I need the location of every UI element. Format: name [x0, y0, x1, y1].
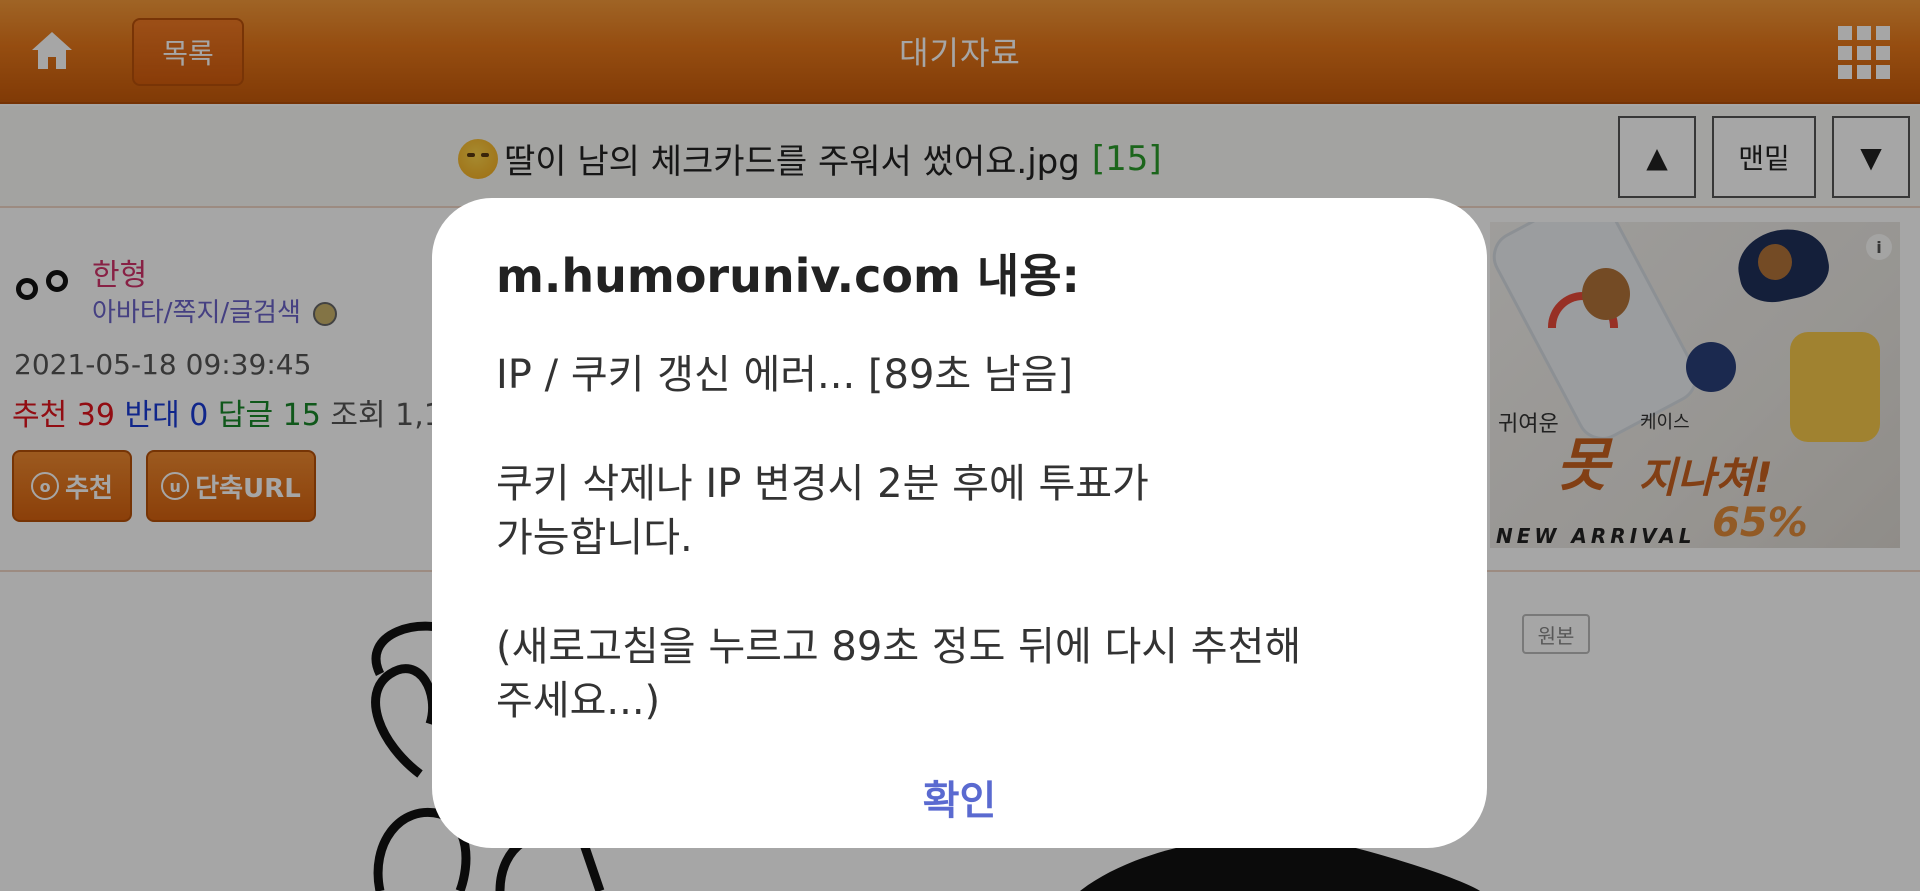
dialog-line-2b: 가능합니다. — [496, 515, 693, 561]
dialog-line-3a: (새로고침을 누르고 89초 정도 뒤에 다시 추천해 — [496, 624, 1302, 670]
dialog-line-1: IP / 쿠키 갱신 에러... [89초 남음] — [496, 352, 1074, 398]
alert-dialog: m.humoruniv.com 내용: IP / 쿠키 갱신 에러... [89… — [432, 198, 1487, 848]
ok-button[interactable]: 확인 — [432, 768, 1487, 826]
dialog-message: IP / 쿠키 갱신 에러... [89초 남음] 쿠키 삭제나 IP 변경시 … — [496, 348, 1436, 728]
dialog-line-3b: 주세요...) — [496, 678, 661, 724]
dialog-title: m.humoruniv.com 내용: — [496, 249, 1080, 303]
dialog-line-2a: 쿠키 삭제나 IP 변경시 2분 후에 투표가 — [496, 461, 1149, 507]
